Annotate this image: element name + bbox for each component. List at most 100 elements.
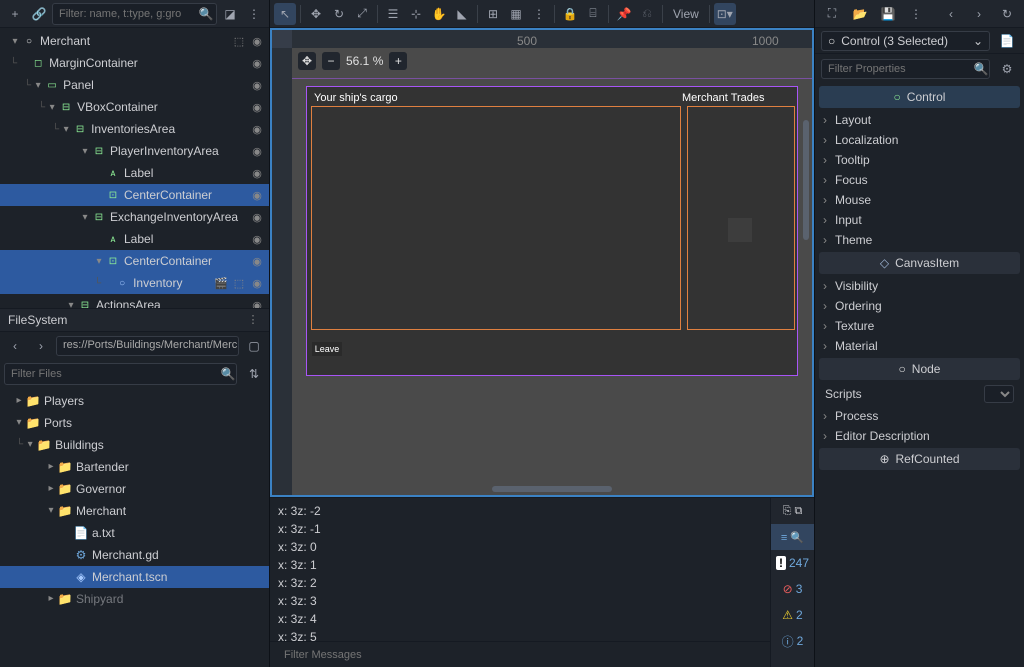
- skeleton-tool[interactable]: ⎌: [636, 3, 658, 25]
- prop-group-visibility[interactable]: ›Visibility: [819, 276, 1020, 296]
- pivot-tool[interactable]: ⊹: [405, 3, 427, 25]
- fs-item-ports[interactable]: ▾📁Ports: [0, 412, 269, 434]
- link-icon[interactable]: 🔗: [28, 3, 50, 25]
- select-tool[interactable]: ↖: [274, 3, 296, 25]
- prop-group-input[interactable]: ›Input: [819, 210, 1020, 230]
- scene-node-panel[interactable]: └▾▭Panel◉: [0, 74, 269, 96]
- canvas[interactable]: Your ship's cargo Merchant Trades Leave: [292, 48, 812, 495]
- visibility-icon[interactable]: ◉: [249, 277, 265, 290]
- v-scrollbar[interactable]: [803, 120, 809, 240]
- scene-node-exchangeinventoryarea[interactable]: ▾⊟ExchangeInventoryArea◉: [0, 206, 269, 228]
- prop-group-theme[interactable]: ›Theme: [819, 230, 1020, 250]
- visibility-icon[interactable]: ◉: [249, 123, 265, 136]
- prop-group-mouse[interactable]: ›Mouse: [819, 190, 1020, 210]
- scene-filter-input[interactable]: [52, 3, 217, 25]
- fs-item-buildings[interactable]: └▾📁Buildings: [0, 434, 269, 456]
- fs-filter-input[interactable]: [4, 363, 237, 385]
- view-menu[interactable]: View: [667, 3, 705, 25]
- prop-group-localization[interactable]: ›Localization: [819, 130, 1020, 150]
- zoom-fit-icon[interactable]: ✥: [298, 52, 316, 70]
- ruler-tool[interactable]: ◣: [451, 3, 473, 25]
- class-header-refcounted[interactable]: ⊕RefCounted: [819, 448, 1020, 470]
- fs-item-governor[interactable]: ▸📁Governor: [0, 478, 269, 500]
- visibility-icon[interactable]: ◉: [249, 79, 265, 92]
- visibility-icon[interactable]: ⬚: [231, 277, 247, 290]
- panel-more-icon[interactable]: ⋮: [245, 313, 261, 326]
- fs-path[interactable]: res://Ports/Buildings/Merchant/Merc: [56, 336, 239, 356]
- prop-group-layout[interactable]: ›Layout: [819, 110, 1020, 130]
- editor-info-count[interactable]: ⓘ2: [771, 628, 814, 654]
- visibility-icon[interactable]: ◉: [249, 145, 265, 158]
- prop-group-focus[interactable]: ›Focus: [819, 170, 1020, 190]
- open-icon[interactable]: 📂: [849, 3, 871, 25]
- inventory-slot[interactable]: [728, 218, 752, 242]
- scene-node-vboxcontainer[interactable]: └▾⊟VBoxContainer◉: [0, 96, 269, 118]
- sort-icon[interactable]: ⇅: [243, 363, 265, 385]
- error-count[interactable]: ⊘3: [771, 576, 814, 602]
- visibility-icon[interactable]: ◉: [249, 35, 265, 48]
- fs-item-a-txt[interactable]: 📄a.txt: [0, 522, 269, 544]
- warning-count[interactable]: !247: [771, 550, 814, 576]
- visibility-icon[interactable]: ◉: [249, 101, 265, 114]
- filesystem-tree[interactable]: ▸📁Players▾📁Ports└▾📁Buildings▸📁Bartender▸…: [0, 388, 269, 667]
- zoom-out-button[interactable]: −: [322, 52, 340, 70]
- forward-button[interactable]: ›: [30, 335, 52, 357]
- zoom-in-button[interactable]: +: [389, 52, 407, 70]
- filter-properties-input[interactable]: [821, 59, 990, 79]
- copy-button[interactable]: ⎘ ⧉: [771, 498, 814, 524]
- snap-more[interactable]: ⋮: [528, 3, 550, 25]
- visibility-icon[interactable]: ◉: [249, 233, 265, 246]
- search-icon[interactable]: 🔍: [970, 58, 992, 80]
- fs-item-players[interactable]: ▸📁Players: [0, 390, 269, 412]
- more-icon[interactable]: ⋮: [243, 3, 265, 25]
- class-header-canvasitem[interactable]: ◇CanvasItem: [819, 252, 1020, 274]
- scale-tool[interactable]: ⤢: [351, 3, 373, 25]
- prop-group-ordering[interactable]: ›Ordering: [819, 296, 1020, 316]
- script-select[interactable]: [984, 385, 1014, 403]
- visibility-icon[interactable]: ◉: [249, 57, 265, 70]
- expand-icon[interactable]: ⛶: [821, 3, 843, 25]
- fs-item-merchant-tscn[interactable]: ◈Merchant.tscn: [0, 566, 269, 588]
- selected-node-dropdown[interactable]: ○ Control (3 Selected) ⌄: [821, 31, 990, 51]
- rotate-tool[interactable]: ↻: [328, 3, 350, 25]
- scene-node-actionsarea[interactable]: ▾⊟ActionsArea◉: [0, 294, 269, 308]
- fs-item-bartender[interactable]: ▸📁Bartender: [0, 456, 269, 478]
- doc-icon[interactable]: 📄: [996, 30, 1018, 52]
- settings-icon[interactable]: ⚙: [996, 58, 1018, 80]
- history-icon[interactable]: ↻: [996, 3, 1018, 25]
- filter-messages-input[interactable]: [278, 644, 762, 666]
- class-header-node[interactable]: ○Node: [819, 358, 1020, 380]
- group-tool[interactable]: ⌸: [582, 3, 604, 25]
- fs-square-icon[interactable]: ▢: [243, 335, 265, 357]
- pan-tool[interactable]: ✋: [428, 3, 450, 25]
- move-tool[interactable]: ✥: [305, 3, 327, 25]
- more-icon[interactable]: ⋮: [905, 3, 927, 25]
- add-node-button[interactable]: +: [4, 3, 26, 25]
- next-button[interactable]: ›: [968, 3, 990, 25]
- player-inventory-rect[interactable]: [311, 106, 681, 330]
- scene-node-label[interactable]: ᴀLabel◉: [0, 162, 269, 184]
- back-button[interactable]: ‹: [4, 335, 26, 357]
- fs-item-merchant-gd[interactable]: ⚙Merchant.gd: [0, 544, 269, 566]
- editor-warn-count[interactable]: ⚠2: [771, 602, 814, 628]
- fs-item-merchant[interactable]: ▾📁Merchant: [0, 500, 269, 522]
- search-icon[interactable]: 🔍: [217, 363, 239, 385]
- snap-options[interactable]: ⊞: [482, 3, 504, 25]
- leave-button-preview[interactable]: Leave: [312, 342, 342, 356]
- filter-toggle[interactable]: ≡ 🔍: [771, 524, 814, 550]
- scene-node-inventoriesarea[interactable]: └▾⊟InventoriesArea◉: [0, 118, 269, 140]
- prop-group-texture[interactable]: ›Texture: [819, 316, 1020, 336]
- viewport[interactable]: 500 1000 Your ship's cargo Merchant Trad…: [270, 28, 814, 497]
- fs-item-shipyard[interactable]: ▸📁Shipyard: [0, 588, 269, 610]
- inspector-body[interactable]: ○Control›Layout›Localization›Tooltip›Foc…: [815, 84, 1024, 667]
- output-log[interactable]: x: 3z: -2x: 3z: -1x: 3z: 0x: 3z: 1x: 3z:…: [270, 498, 770, 641]
- layout-dropdown[interactable]: ⊡▾: [714, 3, 736, 25]
- misc-icon[interactable]: ◪: [219, 3, 241, 25]
- visibility-icon[interactable]: ◉: [249, 211, 265, 224]
- class-header-control[interactable]: ○Control: [819, 86, 1020, 108]
- visibility-icon[interactable]: ◉: [249, 167, 265, 180]
- grid-tool[interactable]: ▦: [505, 3, 527, 25]
- scene-node-centercontainer[interactable]: ▾⊡CenterContainer◉: [0, 250, 269, 272]
- visibility-icon[interactable]: ◉: [249, 255, 265, 268]
- visibility-icon[interactable]: ⬚: [231, 35, 247, 48]
